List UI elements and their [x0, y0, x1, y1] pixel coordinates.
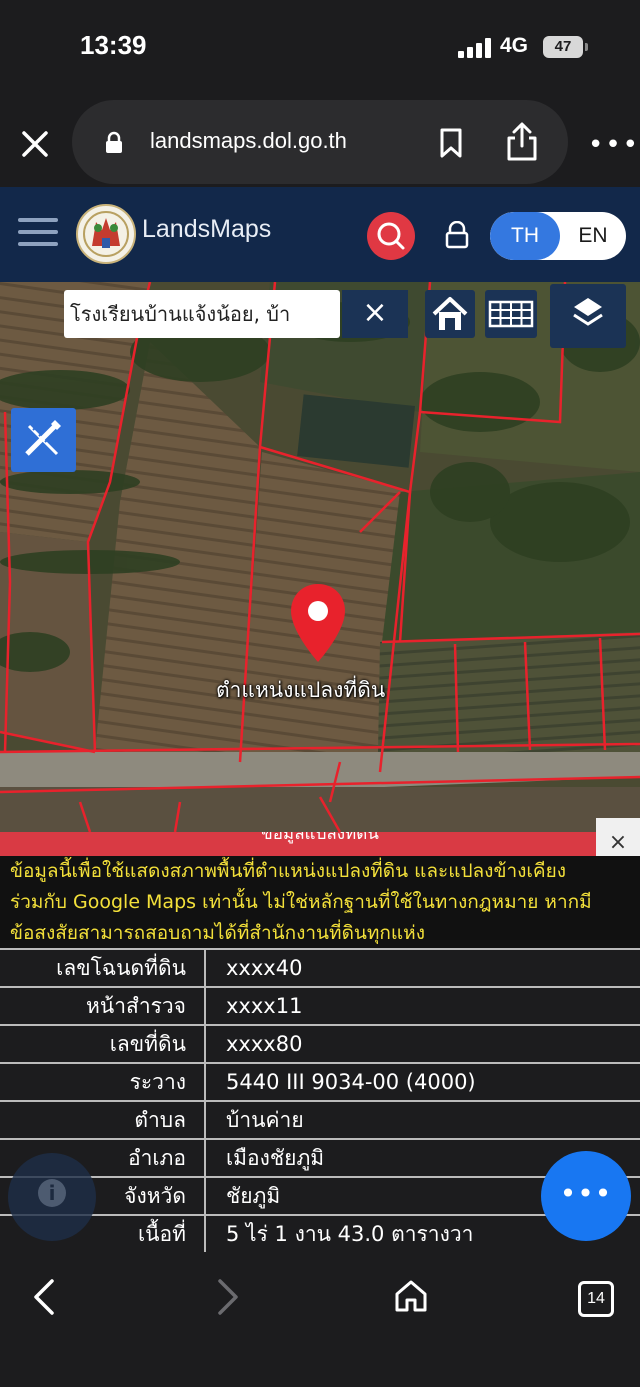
row-label: เลขโฉนดที่ดิน	[0, 948, 206, 987]
lang-th-button[interactable]: TH	[490, 212, 560, 260]
table-row: หน้าสำรวจ xxxx11	[0, 986, 640, 1025]
table-row: ตำบล บ้านค่าย	[0, 1100, 640, 1139]
table-row: เลขโฉนดที่ดิน xxxx40	[0, 948, 640, 987]
table-row: เลขที่ดิน xxxx80	[0, 1024, 640, 1063]
back-icon[interactable]	[30, 1277, 60, 1317]
row-label: ตำบล	[0, 1100, 206, 1139]
measure-tool-button[interactable]	[11, 408, 76, 472]
row-value: 5440 III 9034-00 (4000)	[205, 1062, 640, 1101]
app-brand: LandsMaps	[142, 215, 272, 243]
disclaimer-line: ข้อสงสัยสามารถสอบถามได้ที่สำนักงานที่ดิน…	[10, 922, 425, 944]
panel-title: ข้อมูลแปลงที่ดิน	[261, 832, 379, 844]
map-search-input[interactable]: โรงเรียนบ้านแจ้งน้อย, บ้า	[64, 290, 340, 338]
clear-search-button[interactable]: ×	[342, 290, 408, 338]
more-icon[interactable]: •••	[588, 130, 640, 160]
lang-en-button[interactable]: EN	[560, 212, 626, 260]
panel-close-button[interactable]: ×	[596, 818, 640, 856]
close-icon[interactable]	[16, 125, 54, 163]
url-text[interactable]: landsmaps.dol.go.th	[150, 128, 347, 154]
more-actions-button[interactable]: •••	[541, 1151, 631, 1241]
search-icon	[377, 222, 405, 250]
row-value: xxxx40	[205, 948, 640, 987]
layers-icon	[573, 298, 603, 326]
status-bar: 13:39 4G 47	[0, 0, 640, 95]
info-button[interactable]: i	[8, 1153, 96, 1241]
table-row: อำเภอ เมืองชัยภูมิ	[0, 1138, 640, 1177]
share-icon[interactable]	[505, 122, 539, 162]
ruler-pencil-icon	[25, 420, 61, 456]
satellite-map[interactable]	[0, 282, 640, 832]
padlock-icon[interactable]	[444, 221, 470, 249]
forward-icon[interactable]	[212, 1277, 242, 1317]
disclaimer-line: ข้อมูลนี้เพื่อใช้แสดงสภาพพื้นที่ตำแหน่งแ…	[10, 860, 567, 882]
row-label: เลขที่ดิน	[0, 1024, 206, 1063]
department-logo	[76, 204, 136, 264]
tabs-icon[interactable]: 14	[578, 1281, 614, 1317]
home-nav-icon[interactable]	[393, 1278, 429, 1314]
bookmark-icon[interactable]	[438, 127, 464, 159]
home-map-button[interactable]	[425, 290, 475, 338]
battery-icon: 47	[543, 36, 583, 58]
lock-icon	[106, 131, 122, 153]
disclaimer-line: ร่วมกับ Google Maps เท่านั้น ไม่ใช่หลักฐ…	[10, 891, 592, 913]
info-icon: i	[38, 1179, 66, 1207]
disclaimer: ข้อมูลนี้เพื่อใช้แสดงสภาพพื้นที่ตำแหน่งแ…	[0, 856, 640, 950]
row-value: xxxx11	[205, 986, 640, 1025]
status-time: 13:39	[80, 30, 147, 60]
battery-nub	[585, 43, 588, 51]
row-value: บ้านค่าย	[205, 1100, 640, 1139]
home-icon	[432, 297, 468, 330]
row-label: หน้าสำรวจ	[0, 986, 206, 1025]
signal-icon	[458, 38, 491, 58]
hamburger-icon[interactable]	[18, 218, 58, 248]
map-pin-icon[interactable]	[289, 582, 347, 664]
panel-header: ข้อมูลแปลงที่ดิน	[0, 832, 640, 856]
language-toggle[interactable]: TH EN	[490, 212, 626, 260]
search-button[interactable]	[367, 212, 415, 260]
grid-overlay-button[interactable]	[485, 290, 537, 338]
table-row: ระวาง 5440 III 9034-00 (4000)	[0, 1062, 640, 1101]
layers-button[interactable]	[550, 284, 626, 348]
browser-bottom-nav	[0, 1258, 640, 1387]
table-row: เนื้อที่ 5 ไร่ 1 งาน 43.0 ตารางวา	[0, 1214, 640, 1252]
row-label: ระวาง	[0, 1062, 206, 1101]
row-value: xxxx80	[205, 1024, 640, 1063]
pin-label: ตำแหน่งแปลงที่ดิน	[216, 678, 386, 702]
grid-icon	[488, 300, 534, 328]
network-type: 4G	[500, 34, 529, 57]
map-imagery	[0, 282, 640, 832]
